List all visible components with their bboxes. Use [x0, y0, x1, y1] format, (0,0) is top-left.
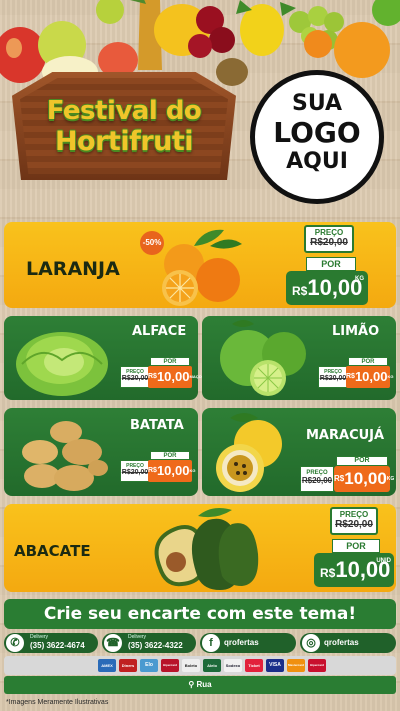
address-bar: ⚲ Rua — [4, 676, 396, 694]
contact-value: (35) 3622-4674 — [30, 641, 85, 650]
contact-label: Delivery — [30, 634, 49, 640]
payment-boleto: Boleto — [182, 659, 200, 672]
payment-diners: Diners — [119, 659, 137, 672]
old-price: R$20,00 — [310, 237, 348, 248]
unit-label: KG — [189, 468, 196, 473]
price-preco-box-abacate: PREÇO R$20,00 — [330, 507, 378, 535]
currency: R$ — [148, 467, 157, 474]
logo-placeholder-line2: LOGO — [273, 116, 361, 149]
price-limao: PREÇO R$20,00 POR R$10,00KG — [318, 357, 394, 388]
preco-label: PREÇO — [314, 228, 344, 237]
payment-mastercard: Mastercard — [287, 659, 305, 672]
price-batata: PREÇO R$20,00 POR R$10,00KG — [120, 451, 196, 482]
por-label: POR — [150, 357, 190, 366]
por-label: POR — [150, 451, 190, 460]
lettuce-image — [16, 332, 108, 396]
payment-ticket: Ticket — [245, 659, 263, 672]
new-price-abacate: R$10,00 UNID — [314, 553, 394, 587]
currency: R$ — [148, 373, 157, 380]
contact-phone[interactable]: ☎ Delivery (35) 3622-4322 — [102, 633, 196, 653]
unit-label: UNID — [376, 558, 391, 564]
unit-label: KG — [355, 276, 364, 282]
contact-instagram[interactable]: ◎ qrofertas — [300, 633, 396, 653]
payment-sodexo: Sodexo — [224, 659, 242, 672]
currency: R$ — [334, 474, 345, 483]
old-price: R$20,00 — [301, 476, 333, 485]
payment-alelo: Alelo — [203, 659, 221, 672]
potato-image — [22, 421, 108, 491]
new-price-value: 10,00 — [354, 369, 388, 384]
contact-value: (35) 3622-4322 — [128, 641, 183, 650]
whatsapp-icon: ✆ — [6, 634, 24, 652]
festival-title-line1: Festival do — [46, 96, 202, 126]
new-price-value: 10,00 — [344, 469, 387, 488]
old-price: R$20,00 — [121, 469, 149, 476]
por-label: POR — [348, 357, 388, 366]
preco-label: PREÇO — [339, 510, 369, 519]
currency: R$ — [320, 566, 336, 580]
payment-amex: AMEX — [98, 659, 116, 672]
lime-image — [220, 320, 306, 396]
contact-value: qrofertas — [324, 638, 359, 647]
cta-banner[interactable]: Crie seu encarte com este tema! — [4, 599, 396, 629]
product-name-alface: ALFACE — [132, 324, 187, 339]
old-price: R$20,00 — [335, 519, 373, 530]
price-preco-box: PREÇO R$20,00 — [300, 466, 334, 492]
location-pin-icon: ⚲ — [188, 680, 195, 689]
unit-label: KG — [386, 476, 395, 482]
passion-fruit-image — [216, 413, 282, 492]
product-name-limao: LIMÃO — [332, 324, 380, 339]
contact-value: qrofertas — [224, 638, 259, 647]
payment-hipercard: Hipercard — [161, 659, 179, 672]
contact-facebook[interactable]: f qrofertas — [200, 633, 296, 653]
new-price-value: 10,00 — [156, 463, 190, 478]
discount-badge: -50% — [140, 231, 164, 255]
price-maracuja: PREÇO R$20,00 POR R$10,00KG — [300, 456, 395, 492]
por-label-abacate: POR — [332, 539, 380, 553]
product-name-abacate: ABACATE — [14, 542, 91, 560]
payment-methods: AMEX Diners Elo Hipercard Boleto Alelo S… — [4, 656, 396, 675]
price-alface: PREÇO R$20,00 POR R$10,00MAÇO — [120, 357, 202, 388]
festival-title-plaque: Festival do Hortifruti — [12, 72, 236, 180]
logo-placeholder: SUA LOGO AQUI — [250, 70, 384, 204]
flyer: Festival do Hortifruti SUA LOGO AQUI LAR… — [0, 0, 400, 711]
facebook-icon: f — [202, 634, 220, 652]
avocado-image — [154, 508, 259, 590]
product-name-laranja: LARANJA — [26, 258, 120, 280]
contact-label: Delivery — [128, 634, 147, 640]
logo-placeholder-line1: SUA — [291, 91, 343, 116]
old-price: R$20,00 — [121, 375, 149, 382]
orange-fruit-image — [162, 229, 242, 306]
payment-hipercard-2: Hipercard — [308, 659, 326, 672]
address-text: Rua — [196, 680, 212, 689]
logo-placeholder-line3: AQUI — [286, 149, 348, 174]
unit-label: MAÇO — [189, 374, 202, 379]
price-preco-box-laranja: PREÇO R$20,00 — [304, 225, 354, 253]
new-price-laranja: R$10,00 KG — [286, 271, 368, 305]
new-price-value: 10,00 — [156, 369, 190, 384]
unit-label: KG — [387, 374, 394, 379]
currency: R$ — [292, 284, 308, 298]
payment-visa: VISA — [266, 659, 284, 672]
product-name-maracuja: MARACUJÁ — [306, 428, 385, 443]
product-name-batata: BATATA — [130, 418, 184, 433]
old-price: R$20,00 — [319, 375, 347, 382]
por-label: POR — [336, 456, 388, 466]
disclaimer: *Imagens Meramente Ilustrativas — [6, 699, 109, 706]
payment-elo: Elo — [140, 659, 158, 672]
instagram-icon: ◎ — [302, 634, 320, 652]
currency: R$ — [346, 373, 355, 380]
por-label-laranja: POR — [306, 257, 356, 271]
phone-icon: ☎ — [104, 634, 122, 652]
festival-title-line2: Hortifruti — [54, 126, 194, 157]
contact-whatsapp[interactable]: ✆ Delivery (35) 3622-4674 — [4, 633, 98, 653]
